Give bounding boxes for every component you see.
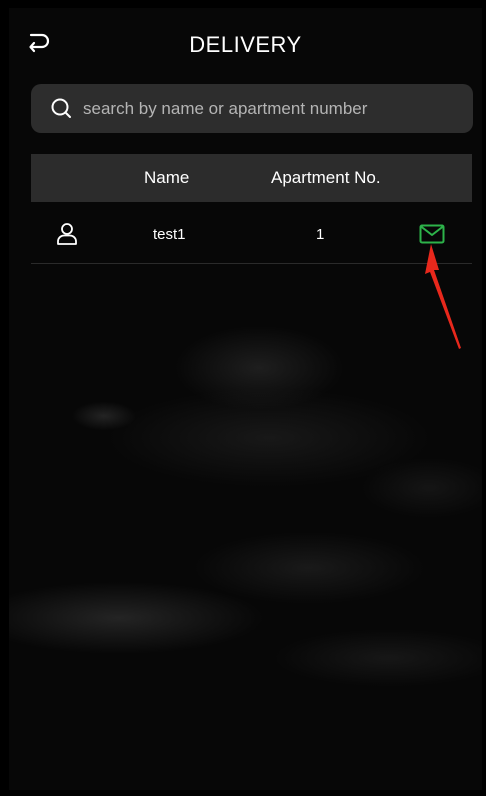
user-icon: [57, 223, 77, 245]
table-header: Name Apartment No.: [31, 154, 472, 202]
row-apartment: 1: [316, 226, 325, 243]
table-row[interactable]: test1 1: [31, 206, 472, 264]
search-input[interactable]: [83, 84, 463, 133]
search-icon: [51, 98, 71, 118]
column-header-name: Name: [144, 168, 190, 187]
page-title: DELIVERY: [189, 32, 302, 57]
row-name: test1: [153, 226, 186, 243]
top-bar: DELIVERY: [9, 8, 482, 82]
red-arrow-icon: [425, 244, 461, 349]
delivery-screen: DELIVERY Name Apartment No. test1 1: [9, 8, 482, 790]
mail-icon[interactable]: [419, 224, 445, 244]
search-bar[interactable]: [31, 84, 473, 133]
column-header-apartment: Apartment No.: [271, 168, 381, 187]
